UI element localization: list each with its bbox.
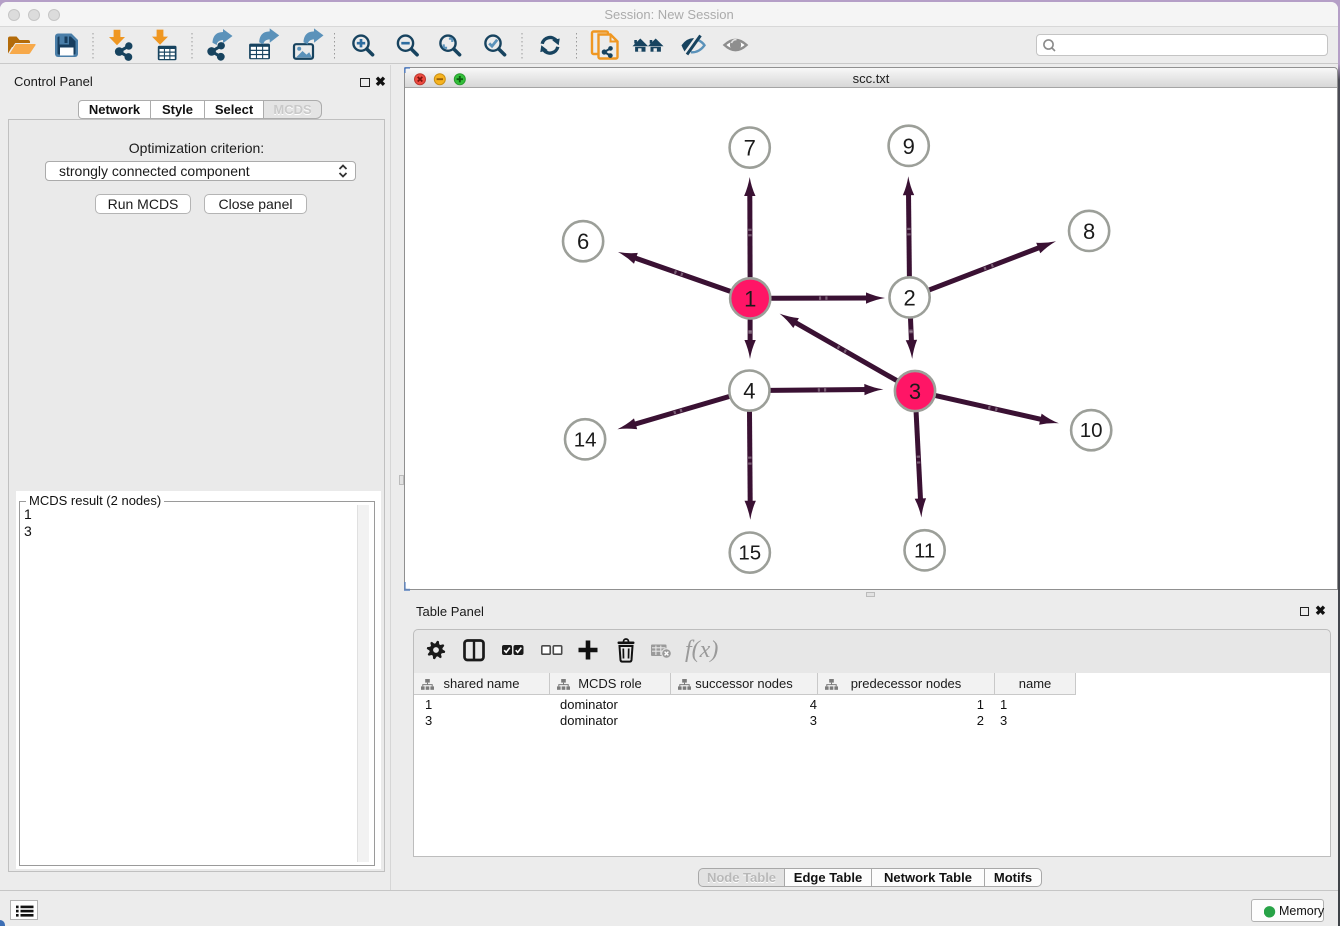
- svg-text:3: 3: [909, 379, 921, 404]
- svg-text:14: 14: [574, 428, 597, 451]
- svg-text:4: 4: [743, 379, 755, 404]
- svg-text:8: 8: [1083, 219, 1095, 244]
- svg-text:7: 7: [744, 136, 756, 161]
- svg-text:15: 15: [738, 542, 761, 565]
- svg-text:f(x): f(x): [685, 637, 718, 663]
- svg-text:9: 9: [903, 134, 915, 159]
- svg-text:10: 10: [1080, 419, 1103, 442]
- svg-text:2: 2: [903, 285, 915, 310]
- svg-text:1: 1: [744, 286, 756, 311]
- svg-text:11: 11: [914, 539, 935, 562]
- svg-text:6: 6: [577, 229, 589, 254]
